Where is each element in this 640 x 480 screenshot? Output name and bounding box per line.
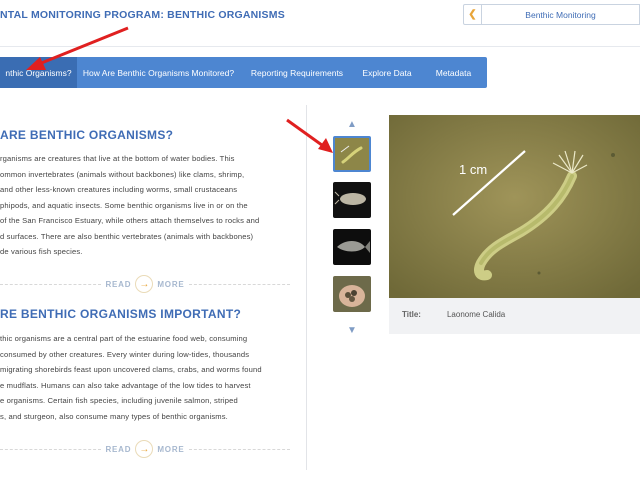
thumbnail-clams-hand[interactable]: [333, 276, 371, 312]
tab-bar: nthic Organisms? How Are Benthic Organis…: [0, 57, 487, 88]
paragraph-line: migrating shorebirds feast upon uncovere…: [0, 365, 262, 374]
read-label: READ: [105, 279, 132, 289]
section-dropdown-label: Benthic Monitoring: [525, 9, 596, 20]
divider: [0, 448, 102, 450]
tab-what-are-benthic-organisms[interactable]: nthic Organisms?: [0, 57, 77, 88]
section-heading-why: RE BENTHIC ORGANISMS IMPORTANT?: [0, 307, 242, 321]
paragraph-line: consumed by other creatures. Every winte…: [0, 349, 250, 359]
tab-metadata[interactable]: Metadata: [420, 57, 487, 88]
section-paragraph-what: rganisms are creatures that live at the …: [0, 151, 300, 260]
specimen-image: 1 cm: [389, 115, 640, 298]
scale-label: 1 cm: [459, 162, 487, 177]
more-label: MORE: [157, 444, 185, 454]
read-more-what[interactable]: READ → MORE: [0, 274, 291, 294]
paragraph-line: e organisms. Certain fish species, inclu…: [0, 396, 238, 405]
tab-label: nthic Organisms?: [5, 67, 72, 78]
tab-how-monitored[interactable]: How Are Benthic Organisms Monitored?: [77, 57, 240, 88]
column-divider: [306, 105, 307, 470]
thumbnail-shrimp[interactable]: [333, 182, 371, 218]
divider: [188, 448, 291, 450]
program-title: NTAL MONITORING PROGRAM: BENTHIC ORGANIS…: [0, 9, 285, 21]
read-label: READ: [105, 444, 132, 454]
section-dropdown[interactable]: ❮ Benthic Monitoring: [463, 4, 640, 25]
tab-label: Reporting Requirements: [250, 67, 344, 78]
annotation-arrow-icon: [286, 118, 333, 153]
photo-caption: Title: Laonome Calida: [402, 310, 505, 319]
paragraph-line: d surfaces. There are also benthic verte…: [0, 231, 254, 241]
chevron-left-icon[interactable]: ❮: [464, 5, 482, 24]
paragraph-line: and other less-known creatures including…: [0, 185, 238, 194]
tab-explore-data[interactable]: Explore Data: [354, 57, 420, 88]
thumbnail-worm[interactable]: [333, 136, 371, 172]
paragraph-line: rganisms are creatures that live at the …: [0, 154, 235, 163]
read-more-why[interactable]: READ → MORE: [0, 439, 291, 459]
caption-key: Title:: [402, 310, 421, 319]
paragraph-line: de various fish species.: [0, 247, 83, 256]
paragraph-line: s, and sturgeon, also consume many types…: [0, 411, 228, 421]
more-label: MORE: [157, 279, 185, 289]
section-heading-what: ARE BENTHIC ORGANISMS?: [0, 128, 174, 142]
thumbnail-image: [333, 229, 371, 265]
header-divider: [0, 46, 640, 47]
chevron-up-icon[interactable]: ▲: [345, 120, 359, 130]
specimen-photo[interactable]: 1 cm: [389, 115, 640, 298]
tab-label: Metadata: [435, 67, 472, 78]
paragraph-line: e mudflats. Humans can also take advanta…: [0, 380, 251, 390]
arrow-right-icon[interactable]: →: [135, 275, 154, 293]
thumbnail-image: [333, 276, 371, 312]
thumbnail-image: [333, 182, 371, 218]
image-viewer: 1 cm Title: Laonome Calida: [389, 115, 640, 334]
paragraph-line: ommon invertebrates (animals without bac…: [0, 169, 245, 179]
tab-label: Explore Data: [362, 67, 412, 78]
tab-reporting-requirements[interactable]: Reporting Requirements: [240, 57, 354, 88]
paragraph-line: thic organisms are a central part of the…: [0, 334, 248, 343]
caption-value: Laonome Calida: [446, 310, 506, 319]
tab-label: How Are Benthic Organisms Monitored?: [82, 67, 235, 78]
chevron-down-icon[interactable]: ▼: [345, 326, 359, 336]
paragraph-line: phipods, and aquatic insects. Some benth…: [0, 200, 248, 210]
divider: [0, 283, 102, 285]
thumbnail-fish[interactable]: [333, 229, 371, 265]
arrow-right-icon[interactable]: →: [135, 440, 154, 458]
divider: [188, 283, 291, 285]
section-paragraph-why: thic organisms are a central part of the…: [0, 331, 300, 424]
paragraph-line: of the San Francisco Estuary, while othe…: [0, 216, 260, 225]
thumbnail-image: [335, 138, 369, 170]
